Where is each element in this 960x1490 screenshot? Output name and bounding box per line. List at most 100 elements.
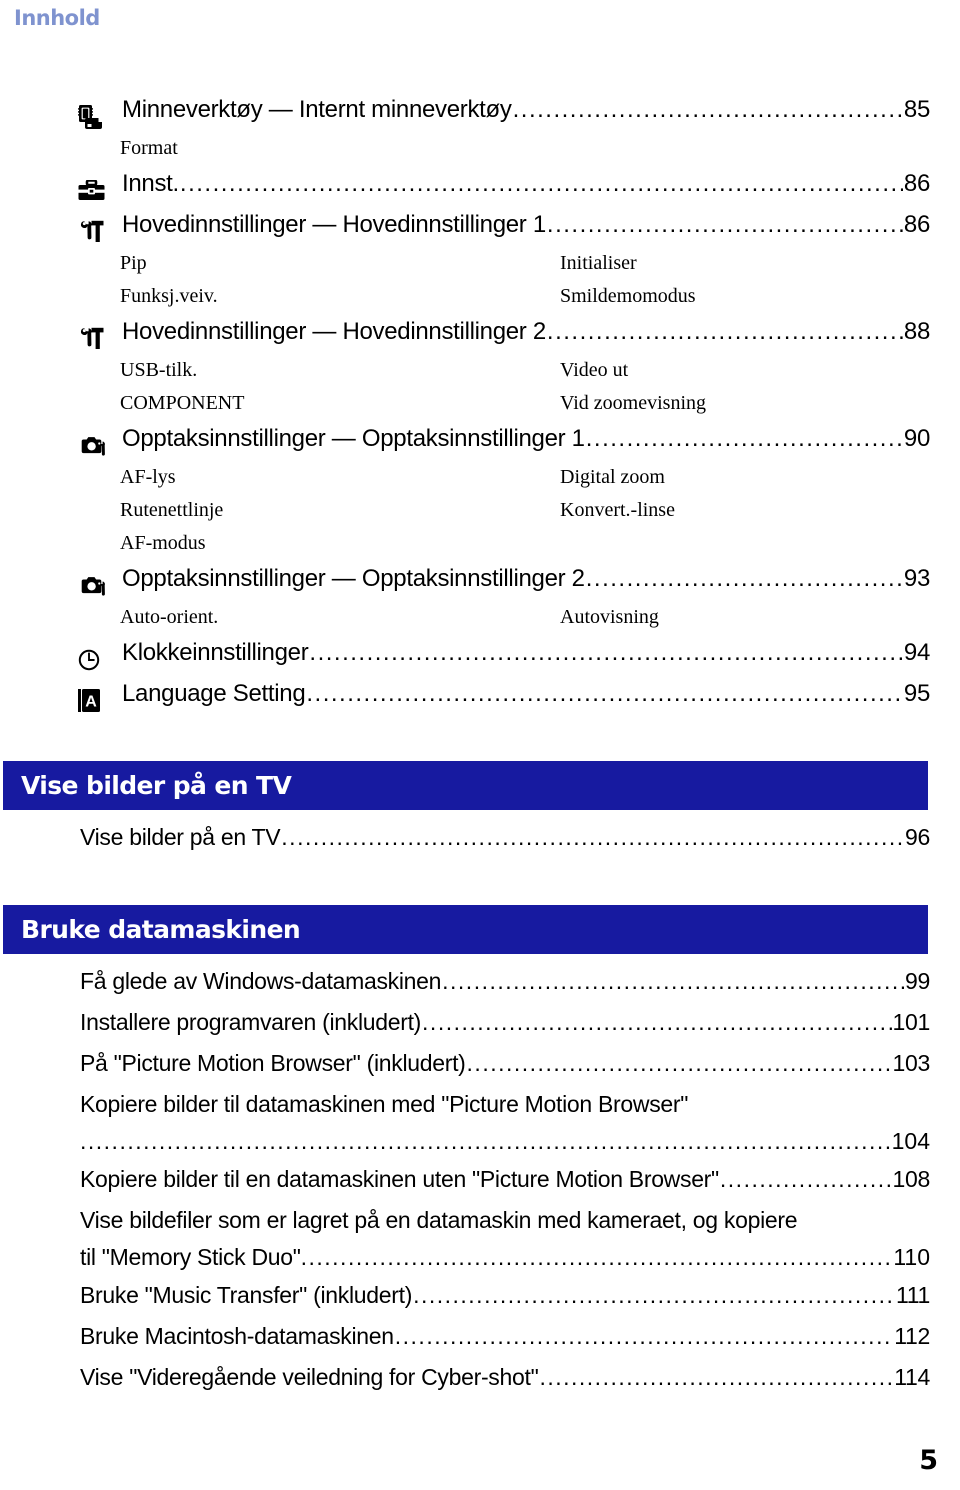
toc-entry-page: 110 [893, 1244, 930, 1270]
toc-entry[interactable]: Bruke "Music Transfer" (inkludert) .....… [0, 1282, 960, 1323]
toc-entry-page: 93 [903, 565, 930, 592]
toc-entry-page: 86 [903, 170, 930, 197]
toc-entry-title: Innst. [122, 170, 179, 197]
dot-leader: ........................................… [466, 1050, 892, 1076]
dot-leader: ........................................… [281, 824, 905, 850]
toc-entry-page: 104 [891, 1128, 930, 1154]
toc-entry-title: Hovedinnstillinger — Hovedinnstillinger … [122, 211, 546, 238]
dot-leader: ........................................… [422, 1009, 892, 1035]
toc-subitem: Format [120, 137, 178, 159]
toc-entry-page: 85 [903, 96, 930, 123]
toc-subrow: Format [0, 137, 960, 170]
toc-entry-title: Installere programvaren (inkludert) [80, 1009, 422, 1035]
toc-entry[interactable]: Opptaksinnstillinger — Opptaksinnstillin… [0, 565, 960, 606]
toc-entry-title: Hovedinnstillinger — Hovedinnstillinger … [122, 318, 546, 345]
toc-subitem: Video ut [560, 359, 629, 381]
toc-subrow: USB-tilk. Video ut [0, 359, 960, 392]
folio-page-number: 5 [919, 1445, 938, 1476]
dot-leader: ........................................… [442, 968, 905, 994]
dot-leader: ........................................… [585, 425, 903, 452]
svg-text:A: A [85, 694, 97, 711]
toc-entry-page: 111 [895, 1282, 930, 1308]
toc-entry[interactable]: Installere programvaren (inkludert) ....… [0, 1009, 960, 1050]
toc-subitem: Konvert.-linse [560, 499, 675, 521]
toc-entry-title: Opptaksinnstillinger — Opptaksinnstillin… [122, 425, 585, 452]
toc-entry-page: 114 [894, 1364, 930, 1390]
camera-wrench-icon [78, 575, 122, 597]
clock-icon [78, 649, 122, 671]
toc-subitem: AF-lys [120, 466, 176, 488]
toc-entry[interactable]: Hovedinnstillinger — Hovedinnstillinger … [0, 318, 960, 359]
toc-subrow: Pip Initialiser [0, 252, 960, 285]
toc-entry-title: Kopiere bilder til en datamaskinen uten … [80, 1166, 719, 1192]
toc-entry[interactable]: Vise bilder på en TV ...................… [0, 824, 960, 865]
language-a-icon: A [78, 689, 122, 712]
toolbox-icon [78, 179, 122, 202]
toc-entry-page: 90 [903, 425, 930, 452]
toc-subitem: Smildemomodus [560, 285, 696, 307]
table-of-contents: Minneverktøy — Internt minneverktøy ....… [0, 96, 960, 1405]
toc-entry-page: 94 [903, 639, 930, 666]
toc-subitem: Initialiser [560, 252, 637, 274]
toc-entry[interactable]: Minneverktøy — Internt minneverktøy ....… [0, 96, 960, 137]
wrench-hammer-icon [78, 327, 122, 350]
toc-entry-title: Opptaksinnstillinger — Opptaksinnstillin… [122, 565, 585, 592]
toc-subitem: Digital zoom [560, 466, 665, 488]
toc-entry-title-cont: til "Memory Stick Duo" [80, 1244, 301, 1270]
wrench-hammer-icon [78, 220, 122, 243]
toc-subrow: AF-lys Digital zoom [0, 466, 960, 499]
toc-entry-page: 99 [905, 968, 930, 994]
dot-leader: ........................................… [179, 170, 903, 197]
toc-entry-page: 88 [903, 318, 930, 345]
memory-card-icon [78, 104, 122, 129]
toc-entry[interactable]: Klokkeinnstillinger ....................… [0, 639, 960, 680]
dot-leader: ........................................… [394, 1323, 893, 1349]
dot-leader: ........................................… [300, 1244, 894, 1270]
toc-entry[interactable]: Bruke Macintosh-datamaskinen ...........… [0, 1323, 960, 1364]
toc-subitem: Pip [120, 252, 147, 274]
toc-subrow: AF-modus [0, 532, 960, 565]
toc-entry-title: Bruke "Music Transfer" (inkludert) [80, 1282, 413, 1308]
toc-entry[interactable]: Kopiere bilder til en datamaskinen uten … [0, 1166, 960, 1207]
camera-wrench-icon [78, 435, 122, 457]
toc-entry[interactable]: A Language Setting .....................… [0, 680, 960, 721]
toc-entry-page: 95 [903, 680, 930, 707]
toc-entry-title: Bruke Macintosh-datamaskinen [80, 1323, 394, 1349]
toc-entry-title: Vise bilder på en TV [80, 824, 281, 850]
toc-entry[interactable]: Kopiere bilder til datamaskinen med "Pic… [0, 1091, 960, 1166]
toc-entry[interactable]: Innst. .................................… [0, 170, 960, 211]
toc-entry-page: 86 [903, 211, 930, 238]
dot-leader: ........................................… [539, 1364, 894, 1390]
toc-subitem: Rutenettlinje [120, 499, 224, 521]
toc-entry[interactable]: Opptaksinnstillinger — Opptaksinnstillin… [0, 425, 960, 466]
toc-entry-title: Language Setting [122, 680, 306, 707]
toc-subitem: Auto-orient. [120, 606, 219, 628]
dot-leader: ........................................… [512, 96, 903, 123]
toc-entry[interactable]: Vise "Videregående veiledning for Cyber-… [0, 1364, 960, 1405]
toc-entry-title: Kopiere bilder til datamaskinen med "Pic… [80, 1091, 689, 1117]
dot-leader: ........................................… [585, 565, 903, 592]
page-title: Innhold [14, 6, 100, 30]
toc-subrow: Rutenettlinje Konvert.-linse [0, 499, 960, 532]
toc-entry-title: Vise bildefiler som er lagret på en data… [80, 1207, 798, 1233]
toc-entry[interactable]: Vise bildefiler som er lagret på en data… [0, 1207, 960, 1282]
toc-entry-title: Få glede av Windows-datamaskinen [80, 968, 442, 994]
dot-leader: ........................................… [546, 211, 903, 238]
toc-subitem: Autovisning [560, 606, 659, 628]
toc-entry-title: På "Picture Motion Browser" (inkludert) [80, 1050, 466, 1076]
toc-subitem: Funksj.veiv. [120, 285, 218, 307]
toc-subitem: AF-modus [120, 532, 206, 554]
dot-leader: ........................................… [719, 1166, 892, 1192]
toc-entry-title: Minneverktøy — Internt minneverktøy [122, 96, 512, 123]
toc-entry-page: 96 [905, 824, 930, 850]
toc-entry[interactable]: Hovedinnstillinger — Hovedinnstillinger … [0, 211, 960, 252]
toc-entry[interactable]: På "Picture Motion Browser" (inkludert) … [0, 1050, 960, 1091]
section-header-bar: Vise bilder på en TV [3, 761, 928, 810]
toc-subitem: COMPONENT [120, 392, 245, 414]
toc-entry[interactable]: Få glede av Windows-datamaskinen .......… [0, 968, 960, 1009]
dot-leader: ........................................… [80, 1128, 892, 1154]
toc-subrow: Funksj.veiv. Smildemomodus [0, 285, 960, 318]
toc-entry-page: 101 [892, 1009, 931, 1035]
toc-entry-page: 112 [894, 1323, 930, 1349]
toc-entry-title: Klokkeinnstillinger [122, 639, 309, 666]
